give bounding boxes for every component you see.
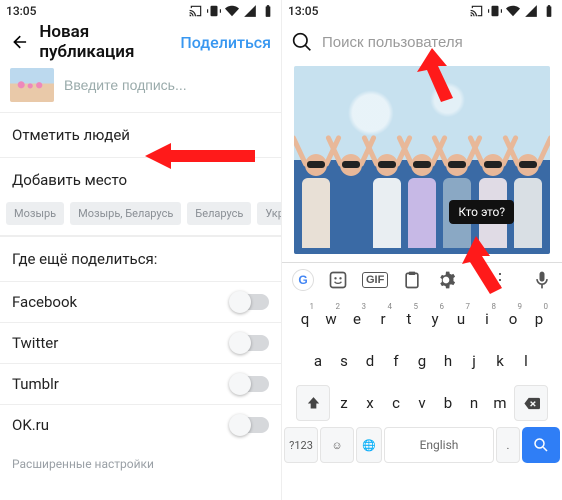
gear-icon[interactable] <box>436 270 456 290</box>
keyboard-toolbar: G GIF ⋮ <box>282 262 562 297</box>
key-k[interactable]: k <box>488 343 512 379</box>
key-u[interactable]: u7 <box>449 301 473 337</box>
numbers-key[interactable]: ?123 <box>284 427 318 463</box>
toggle[interactable] <box>231 294 269 310</box>
caption-row <box>0 62 281 112</box>
key-z[interactable]: z <box>332 385 356 421</box>
search-header <box>282 22 562 62</box>
header: Новая публикация Поделиться <box>0 22 281 62</box>
clock: 13:05 <box>288 4 318 18</box>
cast-icon <box>470 4 484 18</box>
key-a[interactable]: a <box>306 343 330 379</box>
search-input[interactable] <box>322 34 552 51</box>
phone-tag-search: 13:05 Кто это? <box>281 0 562 500</box>
status-bar: 13:05 <box>0 0 281 22</box>
phone-new-post: 13:05 Новая публикация Поделиться Отмети… <box>0 0 281 500</box>
page-title: Новая публикация <box>39 22 170 62</box>
mic-icon[interactable] <box>532 270 552 290</box>
advanced-settings[interactable]: Расширенные настройки <box>0 445 281 483</box>
key-q[interactable]: q1 <box>293 301 317 337</box>
post-thumbnail[interactable] <box>10 68 54 102</box>
battery-icon <box>261 4 275 18</box>
key-h[interactable]: h <box>436 343 460 379</box>
key-j[interactable]: j <box>462 343 486 379</box>
tag-bubble: Кто это? <box>449 200 514 224</box>
key-m[interactable]: m <box>488 385 512 421</box>
location-chip[interactable]: Мозырь, Беларусь <box>70 202 181 225</box>
vibrate-icon <box>207 4 221 18</box>
wifi-icon <box>225 4 239 18</box>
key-c[interactable]: c <box>384 385 408 421</box>
signal-icon <box>524 4 538 18</box>
battery-icon <box>542 4 556 18</box>
shift-key[interactable] <box>296 385 330 421</box>
toggle[interactable] <box>231 335 269 351</box>
gif-icon[interactable]: GIF <box>362 272 388 288</box>
sticker-icon[interactable] <box>328 270 348 290</box>
toggle[interactable] <box>231 417 269 433</box>
location-chip[interactable]: Мозырь <box>6 202 64 225</box>
tag-photo[interactable]: Кто это? <box>294 66 550 254</box>
network-label: OK.ru <box>12 416 49 434</box>
network-label: Tumblr <box>12 375 59 393</box>
back-icon[interactable] <box>10 31 29 53</box>
key-p[interactable]: p0 <box>527 301 551 337</box>
key-x[interactable]: x <box>358 385 382 421</box>
share-also-label: Где ещё поделиться: <box>0 236 281 281</box>
more-icon[interactable]: ⋮ <box>491 270 510 291</box>
location-suggestions: Мозырь Мозырь, Беларусь Беларусь Украина <box>0 202 281 236</box>
key-w[interactable]: w2 <box>319 301 343 337</box>
tag-people-row[interactable]: Отметить людей <box>0 112 281 157</box>
share-facebook[interactable]: Facebook <box>0 281 281 322</box>
key-s[interactable]: s <box>332 343 356 379</box>
share-tumblr[interactable]: Tumblr <box>0 363 281 404</box>
caption-input[interactable] <box>64 77 271 93</box>
key-b[interactable]: b <box>436 385 460 421</box>
key-y[interactable]: y6 <box>423 301 447 337</box>
key-t[interactable]: t5 <box>397 301 421 337</box>
toggle[interactable] <box>231 376 269 392</box>
signal-icon <box>243 4 257 18</box>
status-bar: 13:05 <box>282 0 562 22</box>
backspace-key[interactable] <box>514 385 548 421</box>
add-location-row[interactable]: Добавить место <box>0 157 281 202</box>
network-label: Facebook <box>12 293 77 311</box>
share-okru[interactable]: OK.ru <box>0 404 281 445</box>
period-key[interactable]: . <box>496 427 520 463</box>
key-v[interactable]: v <box>410 385 434 421</box>
key-g[interactable]: g <box>410 343 434 379</box>
network-label: Twitter <box>12 334 58 352</box>
keyboard[interactable]: q1w2e3r4t5y6u7i8o9p0 asdfghjkl zxcvbnm ?… <box>282 297 562 475</box>
share-twitter[interactable]: Twitter <box>0 322 281 363</box>
key-f[interactable]: f <box>384 343 408 379</box>
location-chip[interactable]: Беларусь <box>187 202 251 225</box>
wifi-icon <box>506 4 520 18</box>
google-icon[interactable]: G <box>292 269 314 291</box>
vibrate-icon <box>488 4 502 18</box>
emoji-key[interactable]: ☺ <box>320 427 354 463</box>
search-icon <box>292 32 312 52</box>
space-key[interactable]: English <box>384 427 494 463</box>
clock: 13:05 <box>6 4 36 18</box>
key-l[interactable]: l <box>514 343 538 379</box>
key-r[interactable]: r4 <box>371 301 395 337</box>
key-d[interactable]: d <box>358 343 382 379</box>
lang-key[interactable]: 🌐 <box>356 427 382 463</box>
clipboard-icon[interactable] <box>402 270 422 290</box>
key-o[interactable]: o9 <box>501 301 525 337</box>
cast-icon <box>189 4 203 18</box>
key-e[interactable]: e3 <box>345 301 369 337</box>
share-button[interactable]: Поделиться <box>180 33 271 52</box>
key-n[interactable]: n <box>462 385 486 421</box>
key-i[interactable]: i8 <box>475 301 499 337</box>
search-key[interactable] <box>522 427 560 463</box>
